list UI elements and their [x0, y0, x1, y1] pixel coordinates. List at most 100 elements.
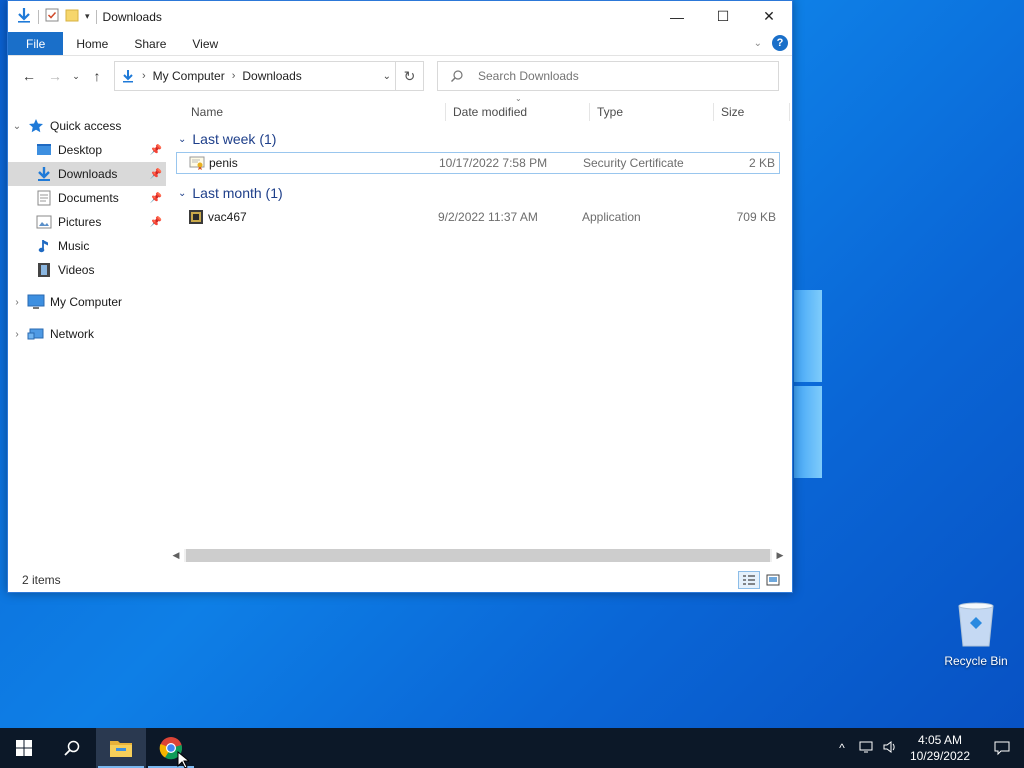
system-tray: ^ 4:05 AM 10/29/2022	[830, 728, 1024, 768]
file-size: 709 KB	[736, 210, 776, 224]
action-center-button[interactable]	[980, 728, 1024, 768]
collapse-chevron-icon[interactable]: ⌄	[8, 121, 26, 132]
details-view-button[interactable]	[738, 571, 760, 589]
sidebar-item-documents[interactable]: Documents 📌	[8, 186, 166, 210]
navigation-pane: ⌄ Quick access Desktop 📌 Downloads 📌 Doc…	[8, 96, 166, 568]
breadcrumb-separator[interactable]: ›	[232, 70, 236, 82]
file-type: Application	[582, 210, 641, 224]
tab-share[interactable]: Share	[121, 32, 179, 55]
tab-file[interactable]: File	[8, 32, 64, 55]
sidebar-item-desktop[interactable]: Desktop 📌	[8, 138, 166, 162]
breadcrumb-my-computer[interactable]: My Computer	[153, 69, 225, 83]
pin-icon[interactable]: 📌	[150, 193, 162, 204]
column-header-name[interactable]: Name	[184, 103, 446, 121]
expand-ribbon-chevron-icon[interactable]: ⌄	[754, 38, 762, 49]
sidebar-item-label: Pictures	[58, 215, 102, 229]
videos-film-icon	[34, 262, 54, 278]
taskbar-file-explorer[interactable]	[96, 728, 146, 768]
customize-toolbar-dropdown-icon[interactable]: ▾	[85, 11, 90, 22]
sidebar-item-label: Network	[50, 327, 95, 341]
sidebar-item-label: Documents	[58, 191, 119, 205]
search-button[interactable]	[48, 728, 96, 768]
start-button[interactable]	[0, 728, 48, 768]
breadcrumb-downloads[interactable]: Downloads	[242, 69, 301, 83]
address-history-dropdown-icon[interactable]: ⌄	[383, 71, 391, 82]
expand-chevron-icon[interactable]: ›	[8, 297, 26, 308]
sidebar-item-downloads[interactable]: Downloads 📌	[8, 162, 166, 186]
breadcrumb-separator[interactable]: ›	[142, 70, 146, 82]
file-row[interactable]: penis 10/17/2022 7:58 PM Security Certif…	[176, 152, 780, 174]
file-explorer-window: ▾ Downloads — ☐ ✕ File Home Share View ⌄…	[7, 0, 793, 593]
forward-button[interactable]: →	[42, 68, 68, 84]
new-folder-icon[interactable]	[65, 8, 79, 25]
tab-view[interactable]: View	[179, 32, 231, 55]
toolbar-separator	[95, 9, 97, 24]
expand-chevron-icon[interactable]: ›	[8, 329, 26, 340]
scroll-thumb[interactable]	[186, 549, 770, 562]
sidebar-item-music[interactable]: Music	[8, 234, 166, 258]
pin-icon[interactable]: 📌	[150, 217, 162, 228]
horizontal-scrollbar[interactable]: ◀ ▶	[168, 547, 788, 564]
title-bar[interactable]: ▾ Downloads — ☐ ✕	[8, 1, 792, 32]
column-header-type[interactable]: Type	[590, 103, 714, 121]
group-label: Last month (1)	[192, 185, 283, 201]
address-bar[interactable]: › My Computer › Downloads ⌄ ↻	[114, 61, 424, 91]
music-note-icon	[34, 238, 54, 254]
sidebar-item-network[interactable]: › Network	[8, 322, 166, 346]
pin-icon[interactable]: 📌	[150, 169, 162, 180]
view-mode-buttons	[738, 571, 784, 589]
quick-access-toolbar: ▾	[8, 7, 97, 26]
back-button[interactable]: ←	[16, 68, 42, 84]
clock[interactable]: 4:05 AM 10/29/2022	[910, 732, 970, 764]
sidebar-item-my-computer[interactable]: › My Computer	[8, 290, 166, 314]
network-icon	[26, 326, 46, 342]
show-hidden-icons-chevron-icon[interactable]: ^	[830, 741, 854, 755]
group-header-last-week[interactable]: ⌄ Last week (1)	[176, 126, 792, 152]
recent-locations-dropdown[interactable]: ⌄	[68, 71, 84, 82]
search-box[interactable]	[437, 61, 779, 91]
recycle-bin-label: Recycle Bin	[944, 654, 1008, 668]
search-input[interactable]	[478, 69, 758, 83]
properties-icon[interactable]	[45, 8, 59, 25]
minimize-button[interactable]: —	[654, 1, 700, 32]
scroll-left-arrow-icon[interactable]: ◀	[168, 550, 184, 561]
desktop-wallpaper-pane	[794, 290, 822, 382]
sidebar-item-label: Music	[58, 239, 90, 253]
documents-folder-icon	[34, 190, 54, 206]
refresh-button[interactable]: ↻	[395, 62, 423, 90]
application-icon	[188, 209, 204, 225]
sidebar-item-label: Videos	[58, 263, 95, 277]
help-icon[interactable]: ?	[772, 35, 788, 51]
sidebar-item-videos[interactable]: Videos	[8, 258, 166, 282]
taskbar: ^ 4:05 AM 10/29/2022	[0, 728, 1024, 768]
column-header-date-modified[interactable]: Date modified	[446, 103, 590, 121]
scroll-right-arrow-icon[interactable]: ▶	[772, 550, 788, 561]
sidebar-item-quick-access[interactable]: ⌄ Quick access	[8, 114, 166, 138]
collapse-group-chevron-icon[interactable]: ⌄	[178, 134, 186, 145]
sidebar-item-label: Desktop	[58, 143, 103, 157]
scroll-track[interactable]	[184, 549, 772, 562]
star-icon	[26, 118, 46, 134]
column-header-size[interactable]: Size	[714, 103, 790, 121]
sidebar-item-label: Downloads	[58, 167, 118, 181]
up-button[interactable]: ↑	[84, 68, 110, 84]
group-header-last-month[interactable]: ⌄ Last month (1)	[176, 180, 792, 206]
volume-icon[interactable]	[878, 740, 902, 757]
file-name: vac467	[208, 210, 247, 224]
close-button[interactable]: ✕	[746, 1, 792, 32]
file-size: 2 KB	[748, 156, 775, 170]
download-arrow-icon[interactable]	[16, 7, 32, 26]
certificate-icon	[189, 156, 205, 170]
desktop-icon-recycle-bin[interactable]: Recycle Bin	[940, 600, 1012, 668]
maximize-button[interactable]: ☐	[700, 1, 746, 32]
search-icon	[450, 69, 464, 83]
sidebar-item-pictures[interactable]: Pictures 📌	[8, 210, 166, 234]
tab-home[interactable]: Home	[63, 32, 121, 55]
network-status-icon[interactable]	[854, 740, 878, 757]
collapse-group-chevron-icon[interactable]: ⌄	[178, 188, 186, 199]
pin-icon[interactable]: 📌	[150, 145, 162, 156]
large-icons-view-button[interactable]	[762, 571, 784, 589]
file-row[interactable]: vac467 9/2/2022 11:37 AM Application 709…	[176, 206, 780, 228]
